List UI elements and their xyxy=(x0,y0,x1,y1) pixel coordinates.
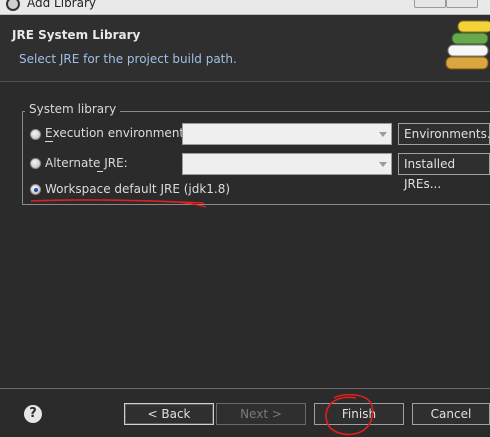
footer-separator xyxy=(0,388,490,389)
environments-button[interactable]: Environments... xyxy=(398,123,490,145)
workspace-default-jre-label: Workspace default JRE (jdk1.8) xyxy=(45,182,231,196)
system-library-label: System library xyxy=(25,102,121,116)
finish-button[interactable]: Finish xyxy=(314,403,404,425)
wizard-title: JRE System Library xyxy=(12,28,141,42)
eclipse-app-icon xyxy=(6,0,20,11)
alternate-jre-combo[interactable] xyxy=(182,153,392,175)
mnemonic-underline xyxy=(97,171,103,172)
execution-environment-label: Execution environment: xyxy=(45,126,189,140)
execution-environment-radio[interactable] xyxy=(30,129,41,140)
cancel-button[interactable]: Cancel xyxy=(412,403,490,425)
alternate-jre-label: Alternate JRE: xyxy=(45,156,128,170)
minimize-button[interactable] xyxy=(414,0,446,8)
wizard-header: JRE System Library Select JRE for the pr… xyxy=(0,15,490,82)
execution-environment-combo[interactable] xyxy=(182,123,392,145)
installed-jres-button[interactable]: Installed JREs... xyxy=(398,153,490,191)
mnemonic-underline xyxy=(45,141,53,142)
wizard-description: Select JRE for the project build path. xyxy=(19,52,237,66)
chevron-down-icon xyxy=(379,132,387,137)
window-titlebar: Add Library xyxy=(0,0,490,15)
alternate-jre-radio[interactable] xyxy=(30,158,41,169)
help-icon[interactable]: ? xyxy=(24,405,42,423)
library-books-icon xyxy=(445,20,490,70)
workspace-default-jre-radio[interactable] xyxy=(30,184,41,195)
next-button[interactable]: Next > xyxy=(216,403,306,425)
maximize-button[interactable] xyxy=(446,0,478,8)
window-title: Add Library xyxy=(27,0,97,10)
back-button[interactable]: < Back xyxy=(124,403,214,425)
chevron-down-icon xyxy=(379,162,387,167)
